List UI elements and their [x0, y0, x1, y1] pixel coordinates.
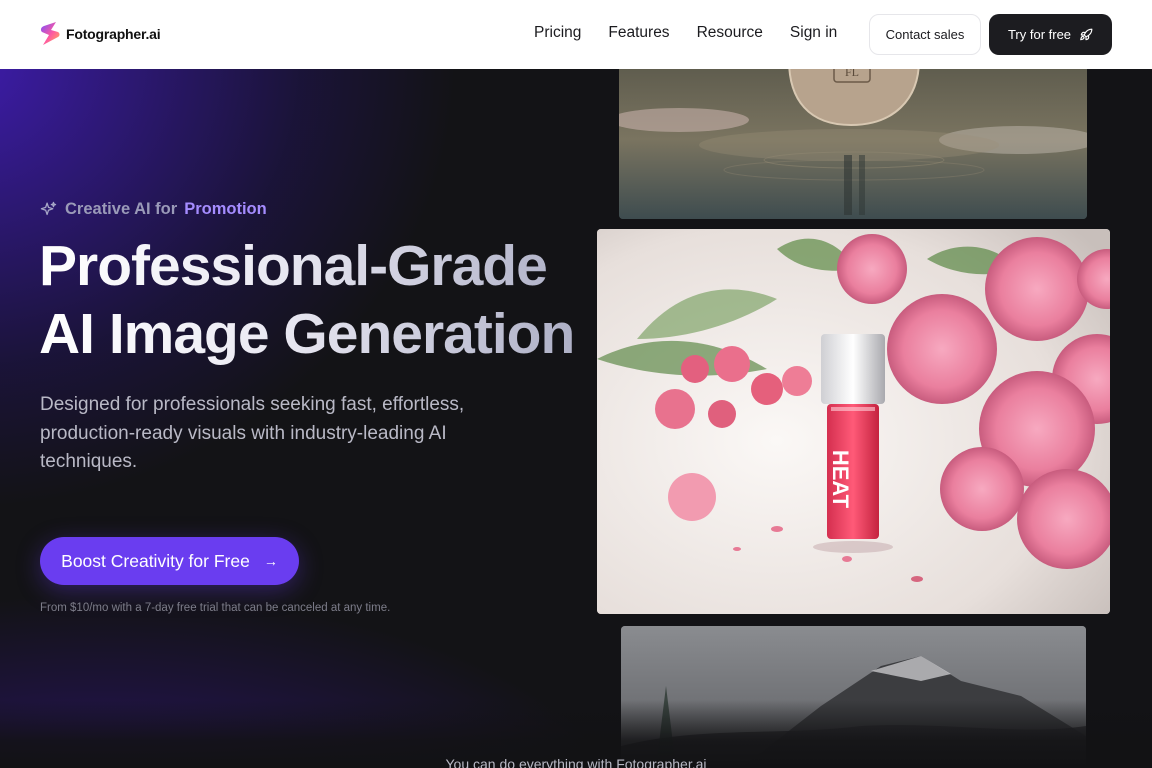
- eyebrow-prefix: Creative AI for: [65, 200, 178, 218]
- main-nav: Pricing Features Resource Sign in: [534, 24, 837, 42]
- headline-line-1: Professional-Grade: [39, 232, 574, 300]
- hero-subtitle: Designed for professionals seeking fast,…: [40, 394, 465, 472]
- try-for-free-button[interactable]: Try for free: [989, 14, 1112, 55]
- contact-sales-button[interactable]: Contact sales: [869, 14, 981, 55]
- nav-link-resource[interactable]: Resource: [697, 24, 763, 42]
- brand-name: Fotographer.ai: [66, 25, 161, 42]
- logo-mark-icon: [40, 22, 60, 45]
- boost-creativity-button[interactable]: Boost Creativity for Free →: [40, 537, 299, 585]
- perfume-water-image: FL: [619, 60, 1087, 219]
- brand-logo[interactable]: Fotographer.ai: [40, 21, 161, 46]
- eyebrow-highlight: Promotion: [184, 200, 267, 218]
- nav-link-pricing[interactable]: Pricing: [534, 24, 581, 42]
- hero-eyebrow: Creative AI for Promotion: [40, 200, 267, 219]
- section-teaser: You can do everything with Fotographer.a…: [445, 756, 707, 768]
- arrow-right-icon: →: [263, 553, 278, 569]
- cta-label: Boost Creativity for Free: [61, 550, 250, 571]
- lipgloss-label: HEAT: [828, 450, 853, 509]
- nav-link-sign-in[interactable]: Sign in: [790, 24, 837, 42]
- rocket-icon: [1080, 28, 1093, 40]
- try-for-free-label: Try for free: [1007, 27, 1072, 42]
- headline-line-2: AI Image Generation: [39, 302, 575, 366]
- sparkle-icon: [40, 201, 57, 216]
- top-navbar: Fotographer.ai Pricing Features Resource…: [0, 0, 1152, 69]
- nav-link-features[interactable]: Features: [608, 24, 669, 42]
- contact-sales-label: Contact sales: [885, 27, 965, 42]
- pricing-fineprint: From $10/mo with a 7-day free trial that…: [40, 602, 391, 614]
- hero-headline: Professional-Grade AI Image Generation: [39, 232, 575, 368]
- lipgloss-peonies-image: HEAT: [597, 229, 1110, 614]
